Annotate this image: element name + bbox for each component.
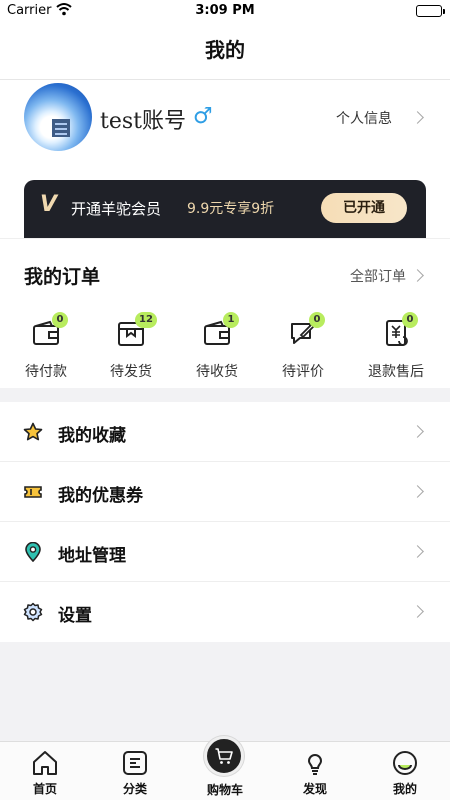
order-count-badge: 0 <box>52 312 68 328</box>
menu-item-label: 我的优惠券 <box>58 486 143 506</box>
tab-label: 发现 <box>302 782 327 796</box>
home-icon <box>33 751 57 775</box>
order-status-pending-shipment[interactable]: 12 待发货 <box>91 312 171 383</box>
tab-cart-label[interactable]: 购物车 <box>195 781 255 798</box>
battery-icon <box>416 5 445 17</box>
chevron-right-icon <box>411 605 424 618</box>
clock: 3:09 PM <box>195 3 255 18</box>
vip-logo: V <box>40 192 58 217</box>
order-status-pending-receipt[interactable]: 1 待收货 <box>177 312 257 383</box>
vip-banner[interactable]: V 开通羊驼会员 9.9元专享9折 已开通 <box>24 180 426 238</box>
order-status-label: 待评价 <box>282 364 324 380</box>
order-count-badge: 12 <box>135 312 157 328</box>
cart-icon <box>215 748 233 764</box>
menu-item-label: 地址管理 <box>58 546 126 566</box>
tab-label: 首页 <box>32 782 57 796</box>
category-icon <box>123 751 147 775</box>
chevron-right-icon <box>411 425 424 438</box>
vip-status-button[interactable]: 已开通 <box>321 193 407 223</box>
menu-item-favorites[interactable]: 我的收藏 <box>0 402 450 462</box>
order-status-pending-review[interactable]: 0 待评价 <box>263 312 343 383</box>
all-orders-link[interactable]: 全部订单 <box>350 266 406 286</box>
tab-discover[interactable]: 发现 <box>280 742 350 800</box>
chevron-right-icon[interactable] <box>411 111 424 124</box>
location-pin-icon <box>25 542 41 562</box>
menu-item-coupons[interactable]: 我的优惠券 <box>0 462 450 522</box>
page-title: 我的 <box>0 22 450 80</box>
star-icon <box>23 422 43 441</box>
profile-section: test账号 ♂ 个人信息 V 开通羊驼会员 9.9元专享9折 已开通 <box>0 80 450 240</box>
order-status-label: 待收货 <box>196 364 238 380</box>
chevron-right-icon <box>411 545 424 558</box>
order-status-label: 待付款 <box>25 364 67 380</box>
order-status-label: 退款售后 <box>368 364 424 380</box>
status-bar: Carrier 3:09 PM <box>0 0 450 22</box>
menu-item-address[interactable]: 地址管理 <box>0 522 450 582</box>
orders-heading: 我的订单 <box>24 266 101 288</box>
lightbulb-icon <box>307 754 323 775</box>
tab-profile[interactable]: 我的 <box>370 742 440 800</box>
tab-cart[interactable] <box>204 736 244 776</box>
chevron-right-icon <box>411 485 424 498</box>
tab-label: 我的 <box>392 782 417 796</box>
avatar[interactable] <box>24 83 92 151</box>
vip-title: 开通羊驼会员 <box>71 200 162 218</box>
order-count-badge: 0 <box>402 312 418 328</box>
tab-label: 分类 <box>122 782 147 796</box>
tab-home[interactable]: 首页 <box>10 742 80 800</box>
username: test账号 <box>100 109 186 134</box>
menu-list: 我的收藏 我的优惠券 地址管理 设置 <box>0 402 450 642</box>
gear-icon <box>23 602 43 622</box>
order-count-badge: 0 <box>309 312 325 328</box>
orders-section: 我的订单 全部订单 0 待付款 12 待发货 1 待收货 0 待评价 0 退款售… <box>0 238 450 388</box>
order-status-label: 待发货 <box>110 364 152 380</box>
tab-category[interactable]: 分类 <box>100 742 170 800</box>
menu-item-label: 设置 <box>58 606 92 626</box>
order-status-refund[interactable]: 0 退款售后 <box>356 312 436 383</box>
order-status-pending-payment[interactable]: 0 待付款 <box>6 312 86 383</box>
profile-icon <box>393 751 417 775</box>
male-icon: ♂ <box>193 104 213 129</box>
menu-item-label: 我的收藏 <box>58 426 126 446</box>
chevron-right-icon[interactable] <box>411 269 424 282</box>
menu-item-settings[interactable]: 设置 <box>0 582 450 642</box>
profile-info-link[interactable]: 个人信息 <box>336 108 392 128</box>
ticket-icon <box>24 486 42 498</box>
vip-promo: 9.9元专享9折 <box>187 201 275 217</box>
order-count-badge: 1 <box>223 312 239 328</box>
